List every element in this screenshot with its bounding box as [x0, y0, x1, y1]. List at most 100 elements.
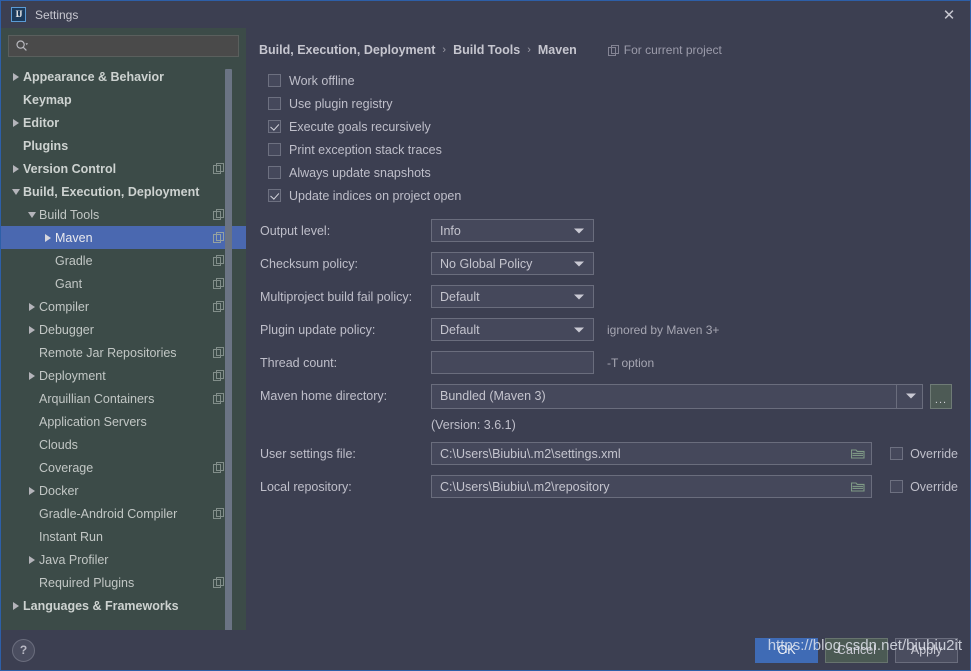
thread-count-input[interactable] — [431, 351, 594, 374]
sidebar-item-maven[interactable]: Maven — [1, 226, 246, 249]
tree-arrow-slot[interactable] — [25, 302, 39, 311]
checksum-policy-label: Checksum policy: — [260, 256, 358, 271]
tree-arrow-slot[interactable] — [9, 188, 23, 195]
search-box[interactable] — [8, 35, 239, 57]
checkbox-print-exception-stack-traces[interactable] — [268, 143, 281, 156]
project-scope-icon — [213, 393, 224, 404]
sidebar-item-languages-frameworks[interactable]: Languages & Frameworks — [1, 594, 246, 617]
local-repository-input[interactable]: C:\Users\Biubiu\.m2\repository — [431, 475, 873, 498]
breadcrumb-part-1[interactable]: Build Tools — [453, 43, 520, 57]
user-settings-file-input[interactable]: C:\Users\Biubiu\.m2\settings.xml — [431, 442, 873, 465]
sidebar-item-plugins[interactable]: Plugins — [1, 134, 246, 157]
breadcrumb-part-0[interactable]: Build, Execution, Deployment — [259, 43, 435, 57]
sidebar-item-required-plugins[interactable]: Required Plugins — [1, 571, 246, 594]
ok-button[interactable]: OK — [755, 637, 818, 663]
sidebar-item-label: Version Control — [23, 161, 117, 176]
tree-arrow-slot[interactable] — [25, 211, 39, 218]
user-settings-override-label: Override — [910, 446, 958, 461]
multiproject-policy-dropdown[interactable]: Default — [431, 285, 594, 308]
thread-count-hint: -T option — [607, 355, 655, 370]
checksum-policy-dropdown[interactable]: No Global Policy — [431, 252, 594, 275]
checkbox-always-update-snapshots[interactable] — [268, 166, 281, 179]
tree-arrow-slot[interactable] — [9, 601, 23, 610]
maven-version-row: (Version: 3.6.1) — [259, 413, 958, 437]
sidebar-item-label: Application Servers — [39, 414, 147, 429]
sidebar-item-coverage[interactable]: Coverage — [1, 456, 246, 479]
sidebar-item-docker[interactable]: Docker — [1, 479, 246, 502]
tree-arrow-slot[interactable] — [41, 233, 55, 242]
maven-home-dropdown[interactable]: Bundled (Maven 3) — [431, 383, 923, 409]
checkbox-update-indices-on-project-open[interactable] — [268, 189, 281, 202]
sidebar-item-debugger[interactable]: Debugger — [1, 318, 246, 341]
search-input[interactable] — [32, 38, 232, 54]
sidebar-item-java-profiler[interactable]: Java Profiler — [1, 548, 246, 571]
checkbox-row[interactable]: Print exception stack traces — [259, 138, 958, 161]
sidebar-item-clouds[interactable]: Clouds — [1, 433, 246, 456]
sidebar-item-keymap[interactable]: Keymap — [1, 88, 246, 111]
sidebar-item-build-tools[interactable]: Build Tools — [1, 203, 246, 226]
sidebar-item-appearance-behavior[interactable]: Appearance & Behavior — [1, 65, 246, 88]
output-level-dropdown[interactable]: Info — [431, 219, 594, 242]
tree-arrow-slot[interactable] — [25, 555, 39, 564]
dialog-body: Appearance & Behavior Keymap Editor Plugins… — [1, 28, 970, 630]
maven-home-label: Maven home directory: — [260, 389, 388, 403]
tree-arrow-slot[interactable] — [9, 72, 23, 81]
sidebar-item-compiler[interactable]: Compiler — [1, 295, 246, 318]
local-repository-override-checkbox[interactable] — [890, 480, 904, 493]
tree-arrow-slot[interactable] — [25, 371, 39, 380]
sidebar-item-gradle[interactable]: Gradle — [1, 249, 246, 272]
checkbox-row[interactable]: Use plugin registry — [259, 92, 958, 115]
tree-arrow-slot[interactable] — [25, 486, 39, 495]
help-icon[interactable]: ? — [12, 638, 35, 662]
checkbox-use-plugin-registry[interactable] — [268, 97, 281, 110]
local-repository-label: Local repository: — [260, 479, 352, 494]
sidebar-item-build-execution-deployment[interactable]: Build, Execution, Deployment — [1, 180, 246, 203]
chevron-down-icon — [28, 211, 36, 218]
tree-arrow-slot[interactable] — [25, 325, 39, 334]
folder-icon[interactable] — [851, 448, 865, 460]
checkbox-label: Work offline — [289, 73, 355, 88]
tree-arrow-slot[interactable] — [9, 118, 23, 127]
settings-window: IJ Settings ✕ Appearance & Behavior Keym… — [0, 0, 971, 671]
chevron-right-icon — [13, 601, 19, 610]
close-icon[interactable]: ✕ — [938, 4, 960, 26]
sidebar-item-label: Plugins — [23, 138, 69, 153]
sidebar-item-arquillian-containers[interactable]: Arquillian Containers — [1, 387, 246, 410]
sidebar-scrollbar-thumb[interactable] — [225, 69, 232, 630]
sidebar-item-label: Compiler — [39, 299, 90, 314]
user-settings-override-checkbox[interactable] — [890, 447, 904, 460]
for-current-project-label: For current project — [607, 43, 722, 57]
sidebar-item-gant[interactable]: Gant — [1, 272, 246, 295]
checkbox-row[interactable]: Always update snapshots — [259, 161, 958, 184]
cancel-button[interactable]: Cancel — [825, 637, 888, 663]
maven-home-browse-button[interactable]: ... — [930, 383, 952, 409]
sidebar-item-application-servers[interactable]: Application Servers — [1, 410, 246, 433]
checkbox-execute-goals-recursively[interactable] — [268, 120, 281, 133]
multiproject-policy-label: Multiproject build fail policy: — [260, 289, 413, 304]
checkbox-label: Print exception stack traces — [289, 142, 442, 157]
checkbox-work-offline[interactable] — [268, 74, 281, 87]
chevron-right-icon — [29, 555, 35, 564]
chevron-right-icon — [13, 118, 19, 127]
tree-arrow-slot[interactable] — [9, 164, 23, 173]
sidebar-item-gradle-android-compiler[interactable]: Gradle-Android Compiler — [1, 502, 246, 525]
checkbox-row[interactable]: Update indices on project open — [259, 184, 958, 207]
dialog-footer: ? OK Cancel Apply https://blog.csdn.net/… — [1, 630, 970, 670]
plugin-update-policy-dropdown[interactable]: Default — [431, 318, 594, 341]
checkbox-label: Execute goals recursively — [289, 119, 431, 134]
sidebar-item-deployment[interactable]: Deployment — [1, 364, 246, 387]
sidebar-item-instant-run[interactable]: Instant Run — [1, 525, 246, 548]
checkbox-row[interactable]: Execute goals recursively — [259, 115, 958, 138]
output-level-label: Output level: — [260, 223, 331, 238]
sidebar-item-version-control[interactable]: Version Control — [1, 157, 246, 180]
apply-button[interactable]: Apply — [895, 637, 958, 663]
sidebar-item-remote-jar-repositories[interactable]: Remote Jar Repositories — [1, 341, 246, 364]
sidebar-scrollbar-track[interactable] — [225, 65, 239, 630]
thread-count-label: Thread count: — [260, 355, 338, 370]
sidebar-item-label: Docker — [39, 483, 79, 498]
sidebar-item-editor[interactable]: Editor — [1, 111, 246, 134]
breadcrumb-part-2[interactable]: Maven — [538, 43, 577, 57]
checkbox-row[interactable]: Work offline — [259, 69, 958, 92]
folder-icon[interactable] — [851, 481, 865, 493]
settings-tree[interactable]: Appearance & Behavior Keymap Editor Plugins… — [1, 61, 246, 630]
